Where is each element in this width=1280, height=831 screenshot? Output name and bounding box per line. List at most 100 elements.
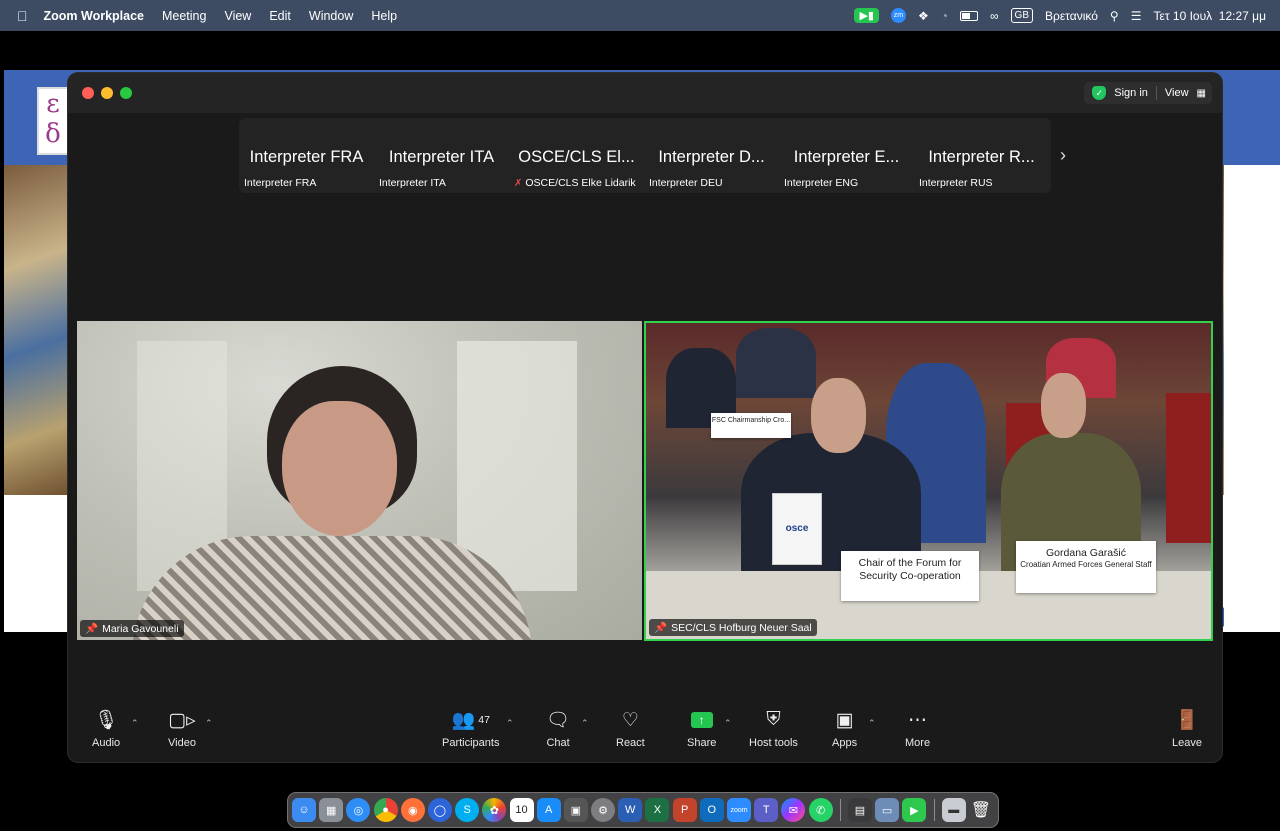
window-close-button[interactable] (82, 87, 94, 99)
leave-door-icon: 🚪 (1175, 710, 1199, 731)
microphone-icon: 🎙 (94, 710, 119, 731)
apps-button[interactable]: ▣ Apps (832, 706, 857, 750)
interpreter-tile[interactable]: Interpreter D... Interpreter DEU (644, 118, 779, 193)
zoom-status-icon[interactable]: zm (890, 8, 906, 23)
photos-icon[interactable]: ✿ (482, 798, 507, 822)
menu-meeting[interactable]: Meeting (162, 9, 206, 23)
apps-options-caret-icon[interactable]: ⌃ (868, 718, 876, 729)
window-titlebar: ✓ Sign in View ▦ (68, 73, 1222, 113)
tile-title: OSCE/CLS El... (518, 148, 635, 166)
opera-icon[interactable]: ◯ (427, 798, 452, 822)
top-right-controls: ✓ Sign in View ▦ (1084, 82, 1212, 104)
powerpoint-icon[interactable]: P (672, 798, 697, 822)
window-minimize-button[interactable] (101, 87, 113, 99)
trash-icon[interactable]: 🗑 (969, 798, 993, 822)
chat-bubble-icon: 🗨 (546, 710, 571, 731)
battery-icon[interactable] (959, 10, 978, 21)
dock-divider (933, 799, 935, 821)
participant-body-shape (132, 536, 532, 640)
participant-name: SEC/CLS Hofburg Neuer Saal (671, 621, 812, 634)
video-tile-left[interactable]: 📌 Maria Gavouneli (77, 321, 642, 640)
interpreter-tile[interactable]: Interpreter FRA Interpreter FRA (239, 118, 374, 193)
skype-icon[interactable]: S (455, 798, 480, 822)
chat-options-caret-icon[interactable]: ⌃ (581, 718, 589, 729)
background-mosaic-left (4, 165, 68, 495)
view-grid-icon[interactable]: ▦ (1197, 88, 1206, 99)
control-center-icon[interactable]: ☰ (1131, 9, 1142, 23)
interpreter-tile[interactable]: Interpreter ITA Interpreter ITA (374, 118, 509, 193)
menu-help[interactable]: Help (371, 9, 397, 23)
facetime-icon[interactable]: ▶ (902, 798, 927, 822)
calendar-icon[interactable]: 10 (509, 798, 534, 822)
apple-menu-icon[interactable]:  (17, 8, 28, 24)
menubar:  Zoom Workplace Meeting View Edit Windo… (0, 0, 1280, 31)
zoom-meeting-window: ✓ Sign in View ▦ Interpreter FRA Interpr… (68, 73, 1222, 762)
tile-title: Interpreter R... (928, 148, 1035, 166)
participants-options-caret-icon[interactable]: ⌃ (506, 718, 514, 729)
menubar-clock[interactable]: Τετ 10 Ιουλ 12:27 μμ (1153, 9, 1266, 23)
placard-gordana: Gordana Garašić Croatian Armed Forces Ge… (1016, 541, 1156, 593)
audio-options-caret-icon[interactable]: ⌃ (131, 718, 139, 729)
host-tools-button[interactable]: ⛨ Host tools (749, 706, 798, 749)
chrome-icon[interactable]: ● (373, 798, 398, 822)
safari-icon[interactable]: ◎ (346, 798, 371, 822)
outlook-icon[interactable]: O (699, 798, 724, 822)
focus-icon[interactable]: ◔ (941, 9, 948, 23)
word-icon[interactable]: W (618, 798, 643, 822)
firefox-icon[interactable]: ◉ (400, 798, 425, 822)
tile-name: Interpreter ENG (784, 177, 859, 189)
view-button[interactable]: View (1165, 87, 1189, 99)
input-source-badge[interactable]: GB (1010, 8, 1033, 23)
spotlight-search-icon[interactable]: ⚲ (1110, 9, 1119, 23)
react-button[interactable]: ♡ React (616, 706, 645, 750)
sign-in-button[interactable]: Sign in (1114, 87, 1148, 99)
interpreter-tile[interactable]: OSCE/CLS El... ✗ OSCE/CLS Elke Lidarik (509, 118, 644, 193)
downloads-stack-icon[interactable]: ▬ (941, 798, 966, 822)
app-store-icon[interactable]: A (536, 798, 561, 822)
link-icon[interactable]: ∞ (990, 9, 999, 23)
chat-button[interactable]: 🗨 Chat (546, 706, 570, 749)
menu-view[interactable]: View (224, 9, 251, 23)
audio-button[interactable]: 🎙 Audio (92, 706, 120, 749)
zoom-icon[interactable]: zoom (727, 798, 751, 822)
system-settings-icon[interactable]: ⚙ (591, 798, 616, 822)
messenger-icon[interactable]: ✉ (781, 798, 806, 822)
video-options-caret-icon[interactable]: ⌃ (205, 718, 213, 729)
video-camera-icon: ▢▹ (168, 709, 196, 731)
calculator-icon[interactable]: ▤ (847, 798, 872, 822)
leave-button[interactable]: 🚪 Leave (1172, 706, 1202, 749)
share-button[interactable]: ↑ Share (687, 706, 716, 749)
launchpad-icon[interactable]: ▦ (319, 798, 344, 822)
menu-window[interactable]: Window (309, 9, 353, 23)
finder-icon[interactable]: ☺ (292, 798, 316, 822)
excel-icon[interactable]: X (645, 798, 670, 822)
participant-name: Maria Gavouneli (102, 622, 179, 635)
tile-title: Interpreter FRA (249, 148, 364, 166)
whatsapp-icon[interactable]: ✆ (808, 798, 833, 822)
security-shield-icon: ✓ (1092, 86, 1107, 100)
interpreter-tile[interactable]: Interpreter R... Interpreter RUS (914, 118, 1049, 193)
window-maximize-button[interactable] (120, 87, 132, 99)
person-shape (736, 328, 816, 398)
video-tile-right-active-speaker[interactable]: osce FSC Chairmanship Cro... Chair of th… (644, 321, 1213, 641)
zoom-video-status-icon[interactable]: ▶▮ (854, 8, 879, 23)
video-button[interactable]: ▢▹ Video (168, 706, 196, 750)
preview-icon[interactable]: ▣ (563, 798, 588, 822)
more-button[interactable]: ⋯ More (905, 706, 930, 750)
participants-button[interactable]: 👥 47 Participants (442, 706, 499, 749)
menu-edit[interactable]: Edit (269, 9, 291, 23)
input-source-label[interactable]: Βρετανικό (1045, 9, 1098, 23)
placard-fsc: FSC Chairmanship Cro... (711, 413, 791, 438)
teams-icon[interactable]: T (754, 798, 779, 822)
participant-name-tag: 📌 SEC/CLS Hofburg Neuer Saal (649, 619, 817, 636)
interpreter-tile[interactable]: Interpreter E... Interpreter ENG (779, 118, 914, 193)
app-menu[interactable]: Zoom Workplace (44, 9, 144, 23)
share-options-caret-icon[interactable]: ⌃ (724, 718, 732, 729)
speaker-face-shape (811, 378, 866, 453)
screen-sharing-icon[interactable]: ▭ (875, 798, 900, 822)
participant-name-tag: 📌 Maria Gavouneli (80, 620, 184, 637)
heart-icon: ♡ (621, 709, 639, 731)
dropbox-icon[interactable]: ❖ (918, 9, 929, 23)
strip-next-chevron-icon[interactable]: › (1060, 145, 1066, 166)
macos-dock: ☺ ▦ ◎ ● ◉ ◯ S ✿ 10 A ▣ ⚙ W X P O zoom T … (287, 792, 999, 828)
